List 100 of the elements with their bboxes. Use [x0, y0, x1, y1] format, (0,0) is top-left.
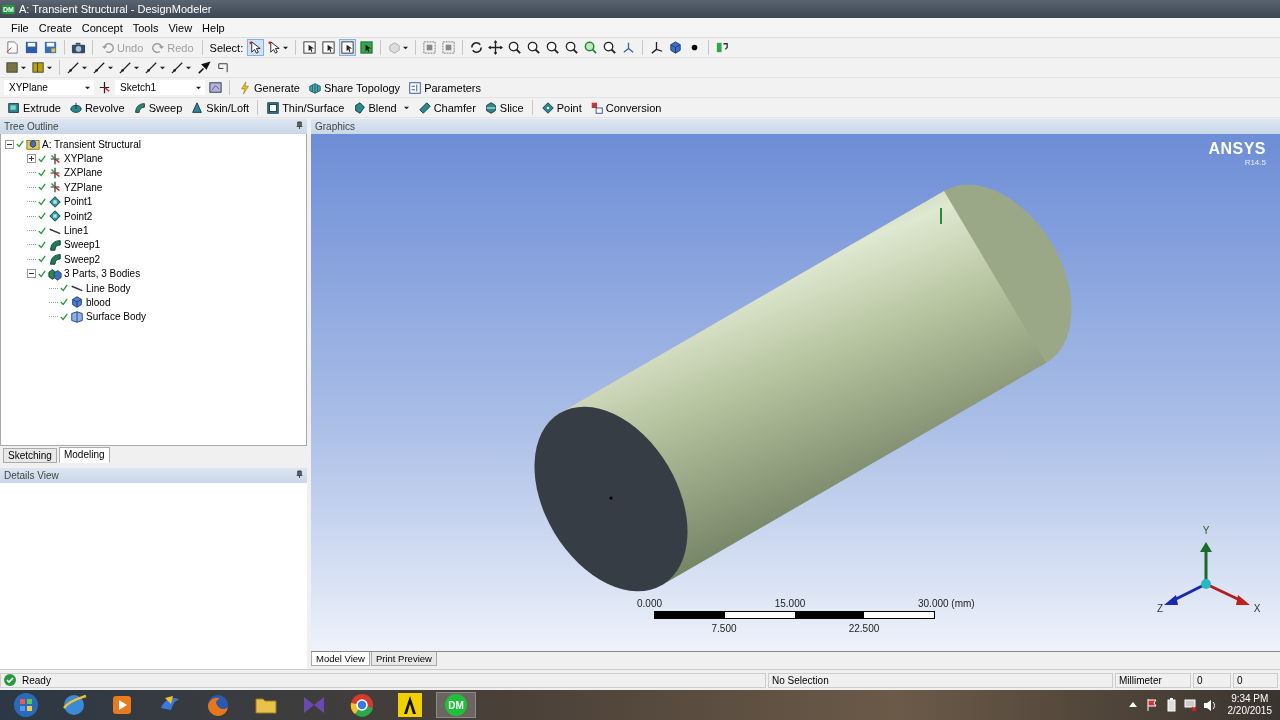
tree-item[interactable]: XYPlane [64, 153, 103, 165]
point-button[interactable]: Point [537, 99, 585, 116]
tree-item[interactable]: 3 Parts, 3 Bodies [64, 268, 141, 280]
pan-button[interactable] [487, 39, 505, 56]
share-button[interactable]: Share Topology [304, 79, 404, 96]
skin-button[interactable]: Skin/Loft [187, 99, 253, 116]
axes-icon [649, 40, 665, 55]
menu-item[interactable]: Concept [76, 20, 128, 35]
menu-item[interactable]: Tools [127, 20, 164, 35]
menu-item[interactable]: File [6, 20, 34, 35]
tree-item[interactable]: Sweep2 [64, 253, 101, 265]
color-mode-button[interactable] [30, 59, 54, 76]
thin-button[interactable]: Thin/Surface [263, 99, 348, 116]
share-icon [307, 80, 322, 95]
panel-title: Graphics [315, 121, 355, 132]
conversion-button[interactable]: Conversion [586, 99, 665, 116]
face-filter-button[interactable] [339, 39, 357, 56]
pin-tool-icon [196, 60, 211, 75]
axis-triad-drawing[interactable] [1164, 542, 1250, 605]
clock-time[interactable]: 9:34 PM [1231, 693, 1269, 705]
tab[interactable]: Sketching [3, 448, 57, 463]
body-filter-button[interactable] [358, 39, 376, 56]
plane-icon [48, 180, 62, 195]
box-select-button[interactable] [421, 39, 439, 56]
battery-icon[interactable] [1164, 698, 1178, 712]
new-sketch-button[interactable] [207, 79, 224, 96]
tree-item[interactable]: Point2 [64, 210, 93, 222]
generate-button[interactable]: Generate [235, 79, 303, 96]
chamfer-button[interactable]: Chamfer [414, 99, 479, 116]
slice-button[interactable]: Slice [480, 99, 527, 116]
caret-icon [107, 64, 114, 71]
surface-icon [70, 309, 84, 324]
clock-date[interactable]: 2/20/2015 [1227, 705, 1272, 717]
parts-icon [48, 266, 62, 281]
select-mode-button[interactable] [247, 39, 265, 56]
line-tool-icon [118, 60, 133, 75]
zoom-fit-button[interactable] [582, 39, 600, 56]
network-icon[interactable] [1183, 698, 1197, 712]
display-mode-button[interactable] [4, 59, 28, 76]
extrude-button[interactable]: Extrude [4, 99, 64, 116]
point-icon [48, 194, 62, 209]
tree-item[interactable]: Point1 [64, 196, 93, 208]
slice-icon [483, 100, 498, 115]
revolve-button[interactable]: Revolve [65, 99, 128, 116]
line-tool-icon [170, 60, 185, 75]
ring-icon [349, 692, 375, 718]
graphics-viewport[interactable]: ANSYS R14.5 0.000 15.000 30.000 (mm) 7.500 22.500 Y Z X [311, 134, 1280, 651]
box-zoom-button[interactable] [440, 39, 458, 56]
tab[interactable]: Print Preview [370, 652, 437, 666]
tree-item[interactable]: Sweep1 [64, 239, 101, 251]
blend-button[interactable]: Blend [349, 99, 413, 116]
magnifier-button[interactable] [601, 39, 619, 56]
pin-icon[interactable] [296, 470, 303, 479]
edge-filter-button[interactable] [320, 39, 338, 56]
tree-item[interactable]: Line1 [64, 225, 89, 237]
flag-icon[interactable] [1145, 698, 1159, 712]
menu-item[interactable]: Help [197, 20, 230, 35]
generate-icon [238, 80, 252, 95]
collapse-toggle[interactable] [27, 269, 36, 279]
line-tool-icon [66, 60, 81, 75]
tree-item[interactable]: A: Transient Structural [42, 138, 141, 150]
menu-item[interactable]: View [163, 20, 198, 35]
cube-icon [668, 40, 684, 55]
zoom-box-button[interactable] [563, 39, 581, 56]
box-select-icon [422, 40, 438, 55]
tree-item[interactable]: Surface Body [86, 311, 147, 323]
zoom-out-button[interactable] [544, 39, 562, 56]
pin-icon[interactable] [296, 121, 303, 130]
scale-label: 7.500 [711, 623, 737, 634]
zoom-button[interactable] [506, 39, 524, 56]
line-tool-icon [92, 60, 107, 75]
new-plane-icon [97, 80, 112, 95]
sweep-button[interactable]: Sweep [129, 99, 186, 116]
tab[interactable]: Modeling [58, 447, 110, 463]
scale-label: 0.000 [637, 598, 663, 609]
zoom-in-button[interactable] [525, 39, 543, 56]
zoom-icon [507, 40, 523, 55]
vertex-filter-button[interactable] [301, 39, 319, 56]
collapse-toggle[interactable] [5, 139, 14, 149]
caret-icon [81, 64, 88, 71]
save-button[interactable] [23, 39, 40, 56]
conversion-icon [589, 100, 604, 115]
sketch-dropdown[interactable]: Sketch1 [115, 80, 205, 95]
status-message: Ready [22, 674, 51, 686]
plane-dropdown[interactable]: XYPlane [4, 80, 94, 95]
save-as-button[interactable] [42, 39, 59, 56]
tree-item[interactable]: ZXPlane [64, 167, 103, 179]
speaker-icon[interactable] [1202, 698, 1216, 712]
tree-item[interactable]: YZPlane [64, 181, 103, 193]
pin-tool-button[interactable] [195, 59, 212, 76]
expand-toggle[interactable] [27, 154, 36, 164]
tree-item[interactable]: Line Body [86, 282, 131, 294]
plane-icon [48, 165, 62, 180]
rotate-icon [469, 40, 485, 55]
scale-label: 15.000 [774, 598, 806, 609]
tab[interactable]: Model View [311, 652, 370, 666]
tree-item[interactable]: blood [86, 297, 111, 308]
menu-item[interactable]: Create [33, 20, 77, 35]
parameters-button[interactable]: Parameters [405, 79, 484, 96]
help-icon [715, 40, 731, 55]
